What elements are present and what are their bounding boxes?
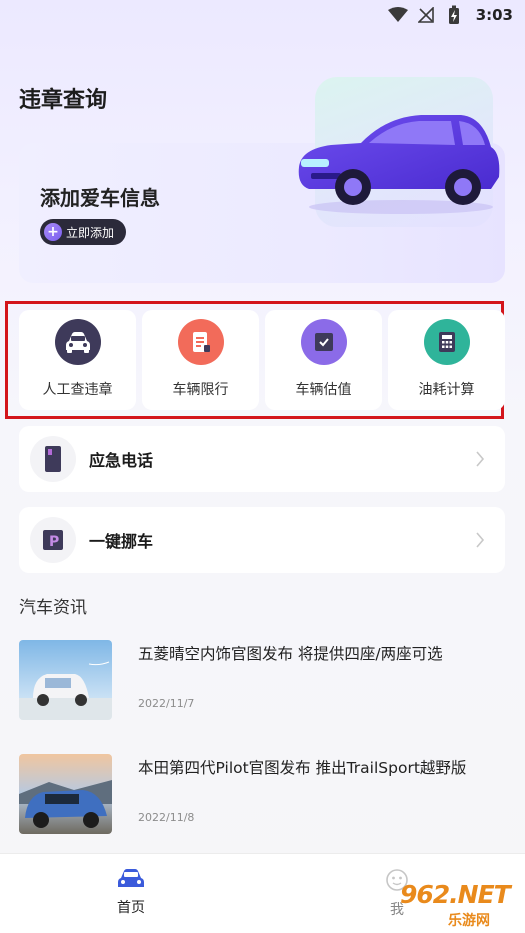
- add-car-banner[interactable]: 添加爱车信息 + 立即添加: [19, 77, 505, 283]
- quick-action-label: 车辆限行: [172, 382, 229, 398]
- news-section-title: 汽车资讯: [19, 598, 87, 618]
- move-car-card[interactable]: P 一键挪车: [19, 507, 505, 573]
- document-icon: [177, 319, 224, 365]
- car-front-icon: [54, 319, 101, 365]
- news-title: 本田第四代Pilot官图发布 推出TrailSport越野版: [138, 759, 467, 777]
- car-illustration: [298, 115, 500, 214]
- calculator-icon: [423, 319, 470, 365]
- parking-icon: P: [30, 517, 76, 563]
- status-bar: 3:03: [0, 0, 525, 30]
- svg-text:P: P: [49, 534, 59, 550]
- list-item-label: 一键挪车: [89, 532, 154, 551]
- nav-home-tab[interactable]: 首页: [106, 868, 156, 917]
- battery-charging-icon: [444, 5, 464, 25]
- news-date: 2022/11/8: [138, 811, 195, 824]
- add-now-label: 立即添加: [66, 225, 115, 240]
- chevron-right-icon: [473, 532, 487, 548]
- status-time: 3:03: [475, 6, 513, 24]
- quick-action-manual-violation[interactable]: 人工查违章: [19, 310, 136, 410]
- nav-home-label: 首页: [117, 900, 145, 916]
- watermark: 962.NET 乐游网: [388, 880, 520, 929]
- watermark-subtext: 乐游网: [448, 913, 490, 929]
- emergency-phone-card[interactable]: 应急电话: [19, 426, 505, 492]
- quick-action-traffic-restriction[interactable]: 车辆限行: [142, 310, 259, 410]
- news-thumbnail: [19, 640, 112, 720]
- quick-actions-grid: 人工查违章 车辆限行 车辆估值 油耗计算: [19, 310, 505, 410]
- news-title: 五菱晴空内饰官图发布 将提供四座/两座可选: [138, 645, 443, 663]
- news-thumbnail: [19, 754, 112, 834]
- news-date: 2022/11/7: [138, 697, 195, 710]
- wifi-icon: [387, 5, 408, 25]
- add-now-button[interactable]: + 立即添加: [40, 219, 127, 245]
- chevron-right-icon: [473, 451, 487, 467]
- plus-icon: +: [44, 223, 62, 241]
- banner-title: 添加爱车信息: [40, 186, 160, 210]
- quick-action-vehicle-valuation[interactable]: 车辆估值: [265, 310, 382, 410]
- quick-action-label: 人工查违章: [42, 382, 113, 398]
- page-title: 违章查询: [19, 88, 108, 113]
- quick-action-fuel-calculator[interactable]: 油耗计算: [388, 310, 505, 410]
- phone-icon: [30, 436, 76, 482]
- signal-off-icon: [416, 5, 436, 25]
- status-icons: 3:03: [387, 5, 513, 25]
- checkbox-icon: [300, 319, 347, 365]
- quick-action-label: 车辆估值: [295, 382, 352, 398]
- news-item[interactable]: 五菱晴空内饰官图发布 将提供四座/两座可选 2022/11/7: [19, 640, 505, 720]
- list-item-label: 应急电话: [89, 451, 154, 470]
- watermark-text: 962.NET: [400, 880, 511, 909]
- car-nav-icon: [117, 868, 145, 894]
- quick-action-label: 油耗计算: [418, 382, 475, 398]
- news-item[interactable]: 本田第四代Pilot官图发布 推出TrailSport越野版 2022/11/8: [19, 754, 505, 834]
